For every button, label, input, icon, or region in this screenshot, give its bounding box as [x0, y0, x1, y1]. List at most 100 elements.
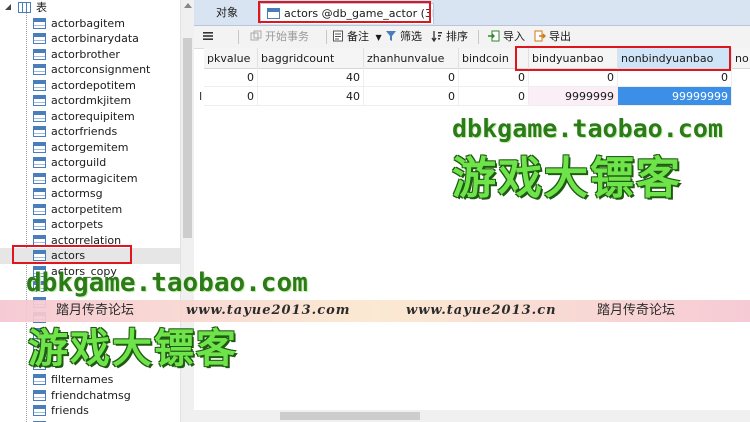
grid-cell[interactable]: 99999999: [618, 87, 732, 106]
menu-button[interactable]: [202, 29, 217, 45]
tree-item[interactable]: actorbinarydata: [0, 31, 180, 47]
tab-objects[interactable]: 对象: [210, 3, 244, 23]
tree-item[interactable]: gameserveraddress: [0, 419, 180, 422]
column-header[interactable]: bindcoin: [459, 48, 529, 69]
sort-button[interactable]: 排序: [431, 29, 468, 45]
grid-cell[interactable]: 9999999: [529, 87, 618, 106]
tree-item-label: gameserveraddress: [51, 419, 160, 422]
tree-item-label: friends: [51, 404, 89, 417]
tab-actors-table[interactable]: actors @db_game_actor (3h...: [260, 3, 434, 24]
banner-forum-name-left: 踏月传奇论坛: [56, 303, 135, 318]
table-icon: [33, 405, 46, 416]
grid-cell[interactable]: 40: [258, 68, 364, 87]
tree-item[interactable]: actordmkjitem: [0, 93, 180, 109]
column-header[interactable]: zhanhunvalue: [364, 48, 459, 69]
tree-item[interactable]: actordepotitem: [0, 78, 180, 94]
tree-item[interactable]: actormsg: [0, 186, 180, 202]
filter-button[interactable]: 筛选: [385, 29, 422, 45]
tree-item[interactable]: actors: [0, 248, 180, 264]
tree-item[interactable]: actorbrother: [0, 47, 180, 63]
tree-item[interactable]: actorequipitem: [0, 109, 180, 125]
chevron-down-icon[interactable]: ▼: [376, 33, 382, 42]
tree-item-label: actorequipitem: [51, 109, 135, 123]
tables-icon: [18, 2, 31, 13]
tab-actors-label: actors @db_game_actor (3h...: [284, 7, 434, 20]
tree-root-tables[interactable]: 表: [0, 0, 180, 16]
watermark-cn-top: 游戏大镖客: [452, 153, 682, 204]
scroll-up-icon[interactable]: [184, 3, 192, 8]
begin-transaction-label: 开始事务: [265, 30, 309, 43]
data-toolbar: 开始事务 备注 ▼ 筛选 排序 导入 导出: [194, 26, 750, 49]
tree-item[interactable]: actorconsignment: [0, 62, 180, 78]
tree-root-label: 表: [36, 1, 47, 14]
tree-item[interactable]: actorpetitem: [0, 202, 180, 218]
grid-cell[interactable]: 0: [459, 87, 529, 106]
column-header[interactable]: bindyuanbao: [529, 48, 618, 69]
horizontal-scrollbar-thumb[interactable]: [280, 412, 420, 420]
grid-cell[interactable]: 0: [364, 87, 459, 106]
column-header[interactable]: no: [732, 48, 750, 69]
table-icon: [33, 203, 46, 215]
table-icon: [33, 126, 46, 137]
table-icon: [33, 141, 46, 153]
table-icon: [33, 95, 46, 106]
tree-item[interactable]: actorrelation: [0, 233, 180, 249]
tree-item-label: actordmkjitem: [51, 94, 132, 107]
note-label: 备注: [347, 30, 369, 43]
export-label: 导出: [549, 30, 571, 43]
import-button[interactable]: 导入: [488, 29, 525, 45]
import-label: 导入: [503, 30, 525, 43]
table-icon: [33, 172, 46, 184]
table-icon: [33, 234, 46, 246]
banner-url-com: www.tayue2013.com: [186, 303, 351, 318]
tree-item[interactable]: actorbagitem: [0, 16, 180, 32]
table-icon: [33, 79, 46, 91]
filter-label: 筛选: [400, 30, 422, 43]
tree-item[interactable]: actorguild: [0, 155, 180, 171]
tree-item[interactable]: actorpets: [0, 217, 180, 233]
table-icon: [33, 250, 46, 261]
column-header[interactable]: nonbindyuanbao: [618, 48, 732, 69]
data-grid: pkvalue baggridcount zhanhunvalue bindcoin b…: [194, 48, 750, 408]
table-icon: [33, 219, 46, 230]
grid-cell[interactable]: 0: [204, 87, 258, 106]
column-header[interactable]: baggridcount: [258, 48, 364, 69]
grid-cell[interactable]: 0: [364, 68, 459, 87]
tree-item[interactable]: filternames: [0, 372, 180, 388]
collapse-icon[interactable]: [5, 4, 12, 11]
hamburger-icon: [203, 32, 213, 40]
grid-cell[interactable]: 0: [529, 68, 618, 87]
tree-item[interactable]: actormagicitem: [0, 171, 180, 187]
grid-cell[interactable]: 0: [204, 68, 258, 87]
table-icon: [33, 33, 46, 44]
table-icon: [33, 64, 46, 75]
horizontal-scrollbar[interactable]: [194, 410, 750, 422]
grid-cell[interactable]: 0: [618, 68, 732, 87]
watermark-cn-left: 游戏大镖客: [28, 326, 238, 372]
toolbar-separator: [478, 30, 479, 44]
watermark-url-left: dbkgame.taobao.com: [26, 268, 308, 298]
begin-transaction-button[interactable]: 开始事务: [250, 29, 309, 45]
grid-cell[interactable]: 40: [258, 87, 364, 106]
banner-forum-name-right: 踏月传奇论坛: [597, 303, 676, 318]
sort-label: 排序: [446, 30, 468, 43]
tree-scrollbar-thumb[interactable]: [183, 38, 192, 238]
grid-cell[interactable]: 0: [459, 68, 529, 87]
tree-item-label: actorfriends: [51, 125, 118, 138]
import-icon: [488, 30, 500, 42]
note-icon: [333, 30, 343, 42]
tree-item[interactable]: friends: [0, 403, 180, 419]
table-icon: [33, 110, 46, 122]
export-button[interactable]: 导出: [534, 29, 571, 45]
column-header[interactable]: pkvalue: [204, 48, 258, 69]
note-button[interactable]: 备注 ▼: [332, 29, 382, 45]
table-editor: 对象 actors @db_game_actor (3h... 开始事务 备注 …: [194, 0, 750, 422]
tree-item[interactable]: actorfriends: [0, 124, 180, 140]
export-icon: [534, 30, 546, 42]
tree-item[interactable]: friendchatmsg: [0, 388, 180, 404]
tree-item-label: actorrelation: [51, 233, 122, 247]
tree-item[interactable]: actorgemitem: [0, 140, 180, 156]
tree-item-label: actorpets: [51, 218, 104, 231]
table-icon: [33, 157, 46, 168]
sort-icon: [431, 31, 442, 42]
